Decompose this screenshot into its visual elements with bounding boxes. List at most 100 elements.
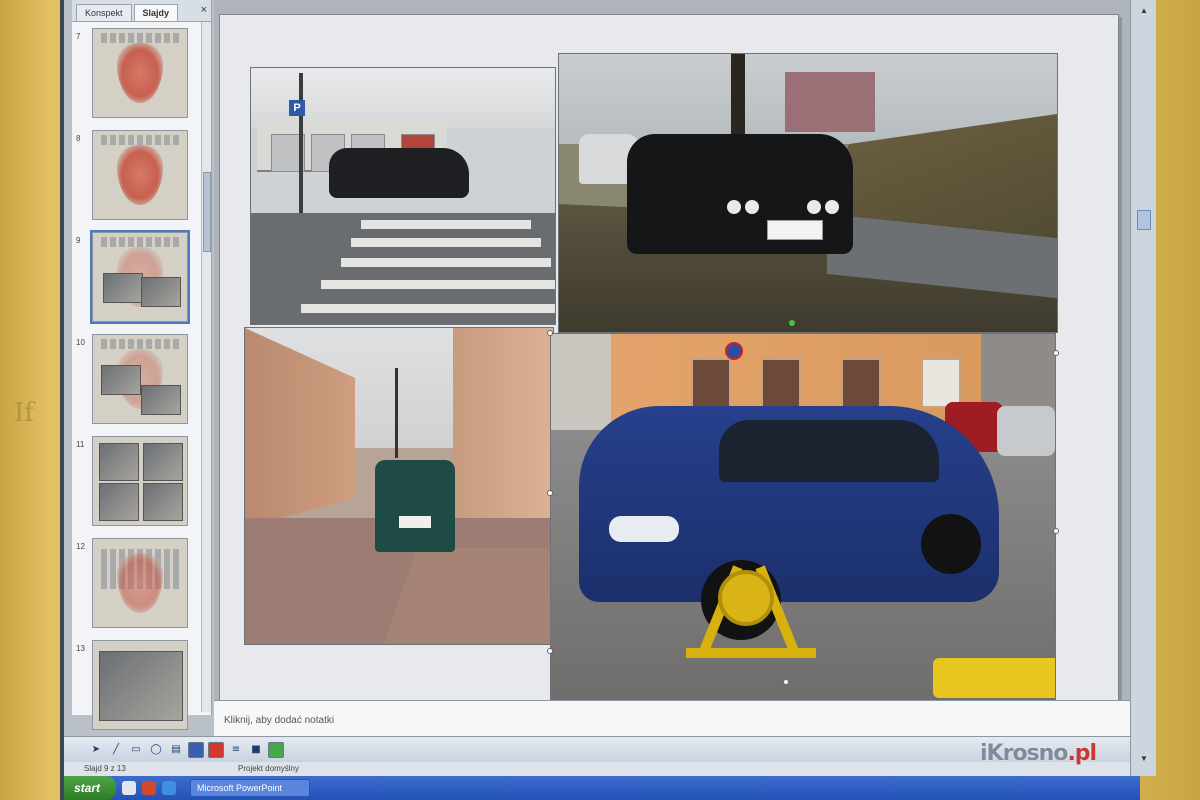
photo-street-van[interactable]	[244, 327, 554, 645]
taskbar-item-powerpoint[interactable]: Microsoft PowerPoint	[190, 779, 311, 797]
photo-van	[375, 460, 455, 552]
photo-bmw-on-grass[interactable]	[558, 53, 1058, 333]
slide-thumbnail-row[interactable]: 11	[76, 434, 194, 534]
slide-number: 10	[76, 338, 85, 347]
watermark-tld: .pl	[1067, 740, 1097, 766]
no-stopping-sign-icon	[725, 342, 743, 360]
photo-sky	[251, 68, 555, 128]
slide-thumbnail[interactable]	[92, 436, 188, 526]
line-style-icon[interactable]: ≡	[228, 742, 244, 758]
slide-thumbnail-selected[interactable]	[90, 230, 190, 324]
notes-pane[interactable]: Kliknij, aby dodać notatki	[214, 700, 1140, 740]
photo-building	[785, 72, 875, 132]
parking-sign-icon: P	[289, 100, 305, 116]
slide-thumbnail-row[interactable]: 9	[76, 230, 194, 330]
rectangle-icon[interactable]: ▭	[128, 742, 144, 758]
thumbnail-photo	[99, 443, 139, 481]
resize-handle[interactable]	[547, 330, 553, 336]
pane-tabs: Konspekt Slajdy	[72, 0, 211, 22]
slide-number: 13	[76, 644, 85, 653]
slide-number: 9	[76, 236, 81, 245]
slide-number: 8	[76, 134, 81, 143]
slide-canvas[interactable]: P	[219, 14, 1119, 719]
headlight	[745, 200, 759, 214]
pane-scrollbar[interactable]	[201, 22, 211, 712]
clamp-disc	[718, 570, 774, 626]
clamp-bar	[686, 648, 816, 658]
thumbnail-photo	[143, 483, 183, 521]
photo-window	[921, 358, 961, 408]
slide-thumbnail-row[interactable]: 8	[76, 128, 194, 228]
slide-thumbnail-row[interactable]: 12	[76, 536, 194, 636]
resize-handle[interactable]	[547, 490, 553, 496]
oval-icon[interactable]: ◯	[148, 742, 164, 758]
crosswalk-stripe	[301, 304, 555, 313]
close-icon[interactable]: ×	[201, 4, 207, 16]
slide-thumbnail[interactable]	[92, 538, 188, 628]
thumbnail-photo	[99, 483, 139, 521]
crosswalk-stripe	[351, 238, 541, 247]
shadow-icon[interactable]: ■	[248, 742, 264, 758]
editor-scrollbar[interactable]: ▲ ▼	[1130, 0, 1156, 776]
three-d-icon[interactable]	[268, 741, 284, 758]
line-icon[interactable]: ╱	[108, 742, 124, 758]
headlight	[727, 200, 741, 214]
thumbnail-photo	[99, 651, 183, 721]
resize-handle[interactable]	[1053, 528, 1059, 534]
photo-window	[841, 358, 881, 408]
tab-outline[interactable]: Konspekt	[76, 4, 132, 21]
coat-of-arms-icon	[117, 553, 163, 613]
thumbnail-photo	[141, 277, 181, 307]
arrow-icon[interactable]: ➤	[88, 742, 104, 758]
quick-launch-icon[interactable]	[162, 781, 177, 795]
headlight	[807, 200, 821, 214]
photo-pole	[299, 73, 303, 213]
pane-scrollbar-thumb[interactable]	[203, 172, 211, 252]
watermark-brand: iKrosno	[980, 740, 1068, 766]
thumbnail-photo	[103, 273, 143, 303]
slide-pane: Konspekt Slajdy × 7 8 9 10 11 12 13	[72, 0, 212, 730]
editor-scrollbar-thumb[interactable]	[1137, 210, 1151, 230]
photo-crosswalk[interactable]: P	[250, 67, 556, 325]
photo-tree	[731, 54, 745, 144]
slide-thumbnail-list: 7 8 9 10 11 12 13	[76, 26, 194, 740]
resize-handle[interactable]	[547, 648, 553, 654]
photo-clamped-car[interactable]	[550, 333, 1056, 705]
rotate-handle[interactable]	[789, 320, 795, 326]
slide-thumbnail-row[interactable]: 13	[76, 638, 194, 738]
slide-thumbnail[interactable]	[92, 130, 188, 220]
headlight	[825, 200, 839, 214]
slide-thumbnail[interactable]	[92, 28, 188, 118]
photo-window	[761, 358, 801, 408]
headlight	[609, 516, 679, 542]
slide-thumbnail[interactable]	[92, 640, 188, 730]
slide-number: 7	[76, 32, 81, 41]
slide-thumbnail-row[interactable]: 7	[76, 26, 194, 126]
slide-thumbnail-row[interactable]: 10	[76, 332, 194, 432]
notes-placeholder: Kliknij, aby dodać notatki	[224, 715, 335, 726]
slide-editing-area: P	[214, 0, 1140, 735]
resize-handle[interactable]	[783, 679, 789, 685]
quick-launch-icon[interactable]	[122, 781, 137, 795]
quick-launch-icon[interactable]	[142, 781, 157, 795]
tab-slides[interactable]: Slajdy	[133, 4, 179, 21]
slide-thumbnail[interactable]	[92, 334, 188, 424]
thumbnail-photo	[101, 365, 141, 395]
coat-of-arms-icon	[117, 145, 163, 205]
scroll-up-icon[interactable]: ▲	[1137, 4, 1151, 18]
scroll-down-icon[interactable]: ▼	[1137, 752, 1151, 766]
photo-car	[997, 406, 1055, 456]
text-box-icon[interactable]: ▤	[168, 742, 184, 758]
font-color-icon[interactable]	[208, 741, 224, 758]
license-plate	[399, 516, 431, 528]
thumbnail-text	[101, 33, 179, 43]
thumbnail-text	[101, 339, 179, 349]
crosswalk-stripe	[341, 258, 551, 267]
start-button[interactable]: start	[64, 776, 117, 800]
resize-handle[interactable]	[1053, 350, 1059, 356]
watermark-logo: iKrosno .pl	[980, 738, 1097, 768]
fill-color-icon[interactable]	[188, 741, 204, 758]
car-window	[719, 420, 939, 482]
status-slide-count: Slajd 9 z 13	[84, 764, 126, 773]
status-design-name: Projekt domyślny	[238, 764, 299, 773]
